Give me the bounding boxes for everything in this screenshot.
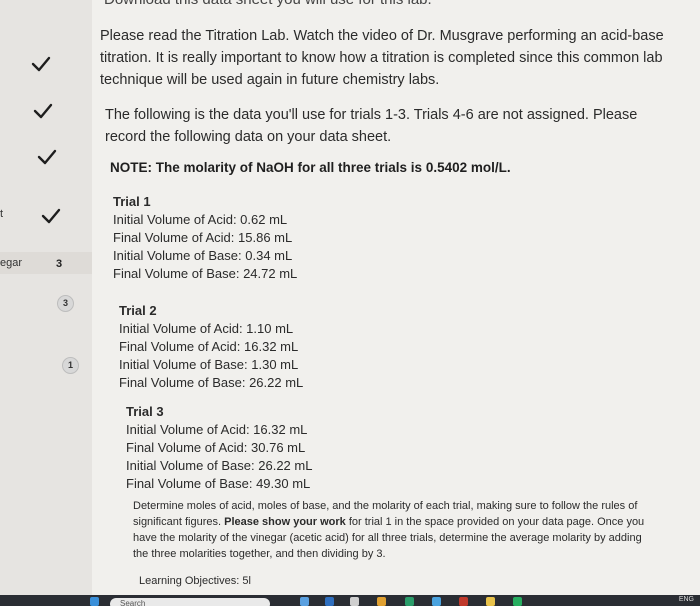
app-icon[interactable] — [513, 597, 522, 606]
app-icon[interactable] — [325, 597, 334, 606]
sidebar-partial-mark: t — [0, 208, 4, 220]
taskbar: Search ENG — [0, 595, 700, 606]
trial-line: Initial Volume of Base: 26.22 mL — [126, 458, 313, 473]
app-icon[interactable] — [377, 597, 386, 606]
molarity-note: NOTE: The molarity of NaOH for all three… — [110, 160, 511, 175]
page-top-cut-text: Download this data sheet you will use fo… — [104, 0, 432, 8]
trial-block: Trial 1 Initial Volume of Acid: 0.62 mL … — [113, 193, 297, 283]
trial-line: Initial Volume of Acid: 16.32 mL — [126, 422, 308, 437]
checkmark-icon — [32, 100, 54, 122]
trial-block: Trial 2 Initial Volume of Acid: 1.10 mL … — [119, 302, 303, 392]
windows-start-icon[interactable] — [90, 597, 99, 606]
learning-objectives: Learning Objectives: 5l — [139, 575, 251, 587]
notification-badge[interactable]: 1 — [62, 357, 79, 374]
trial-line: Initial Volume of Base: 0.34 mL — [113, 248, 293, 263]
trial-line: Final Volume of Acid: 15.86 mL — [113, 230, 293, 245]
data-paragraph: The following is the data you'll use for… — [105, 107, 638, 145]
app-icon[interactable] — [459, 597, 468, 606]
trial-line: Initial Volume of Acid: 0.62 mL — [113, 212, 288, 227]
app-icon[interactable] — [350, 597, 359, 606]
trial-title: Trial 3 — [126, 404, 164, 419]
sidebar-count: 3 — [56, 258, 63, 270]
sidebar-item-label: egar — [0, 257, 23, 269]
taskbar-search[interactable]: Search — [110, 598, 270, 606]
trial-line: Initial Volume of Base: 1.30 mL — [119, 357, 299, 372]
app-icon[interactable] — [486, 597, 495, 606]
trial-block: Trial 3 Initial Volume of Acid: 16.32 mL… — [126, 403, 312, 493]
checkmark-icon — [30, 53, 52, 75]
taskbar-language[interactable]: ENG — [679, 596, 694, 603]
trial-line: Final Volume of Base: 26.22 mL — [119, 375, 304, 390]
instructions-bold: Please show your work — [224, 516, 346, 528]
intro-paragraph: Please read the Titration Lab. Watch the… — [100, 28, 664, 88]
notification-badge[interactable]: 3 — [57, 295, 74, 312]
app-icon[interactable] — [300, 597, 309, 606]
checkmark-icon — [40, 205, 62, 227]
trial-line: Initial Volume of Acid: 1.10 mL — [119, 321, 294, 336]
instructions-paragraph: Determine moles of acid, moles of base, … — [133, 498, 653, 562]
trial-line: Final Volume of Acid: 30.76 mL — [126, 440, 306, 455]
sidebar: t egar 3 3 1 — [0, 0, 92, 595]
trial-title: Trial 2 — [119, 303, 157, 318]
checkmark-icon — [36, 146, 58, 168]
trial-line: Final Volume of Acid: 16.32 mL — [119, 339, 299, 354]
trial-title: Trial 1 — [113, 194, 151, 209]
app-icon[interactable] — [405, 597, 414, 606]
trial-line: Final Volume of Base: 49.30 mL — [126, 476, 311, 491]
trial-line: Final Volume of Base: 24.72 mL — [113, 266, 298, 281]
app-icon[interactable] — [432, 597, 441, 606]
